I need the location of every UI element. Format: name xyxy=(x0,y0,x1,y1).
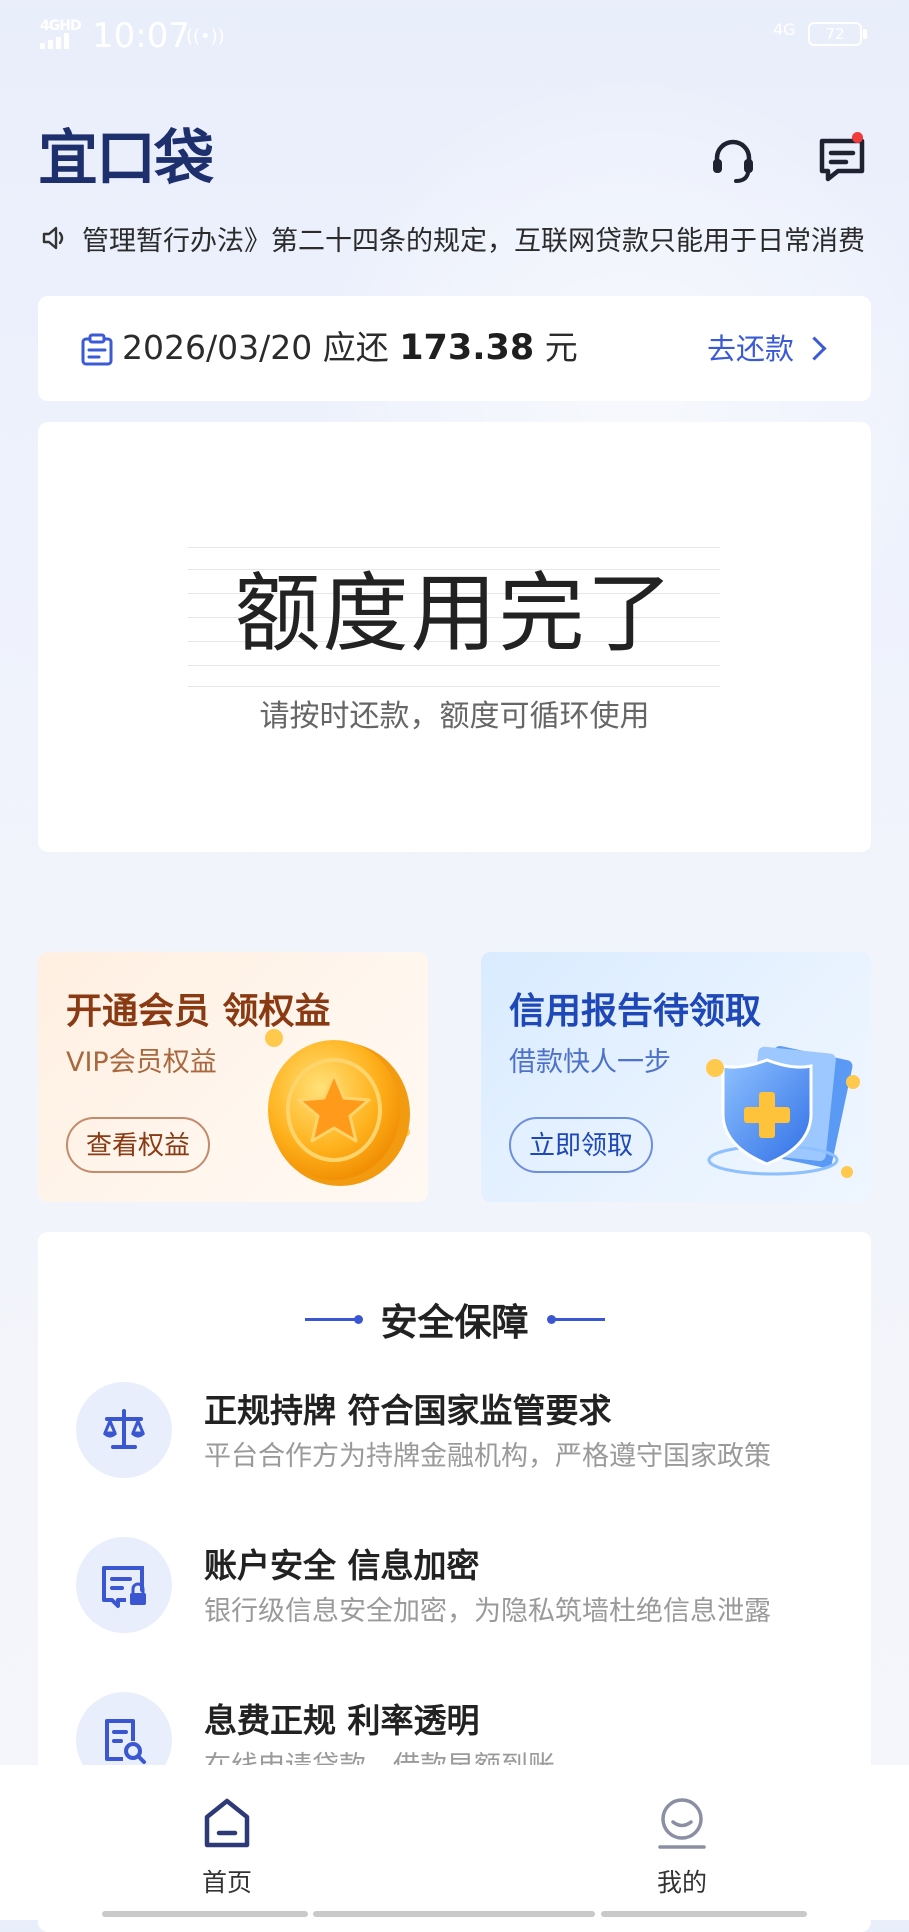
nav-tab-home[interactable]: 首页 xyxy=(157,1795,297,1899)
repayment-info: 2026/03/20 应还 173.38 元 xyxy=(122,322,578,374)
heading-decoration xyxy=(304,1314,363,1324)
scale-icon xyxy=(102,1409,146,1449)
notice-text: 管理暂行办法》第二十四条的规定，互联网贷款只能用于日常消费 xyxy=(82,225,865,257)
battery-icon: 72 xyxy=(808,22,862,46)
system-gesture-bar xyxy=(601,1911,807,1917)
credit-report-promo-card[interactable]: 信用报告待领取 借款快人一步 立即领取 xyxy=(481,952,871,1202)
card-lock-icon xyxy=(102,1566,146,1608)
vip-promo-card[interactable]: 开通会员 领权益 VIP会员权益 查看权益 xyxy=(38,952,428,1202)
security-item: 正规持牌 符合国家监管要求 平台合作方为持牌金融机构，严格遵守国家政策 xyxy=(76,1382,856,1502)
security-item-icon-bg xyxy=(76,1537,172,1633)
network-indicator-right: 4G xyxy=(773,20,796,39)
battery-tip xyxy=(863,29,867,39)
system-gesture-bar xyxy=(313,1911,595,1917)
repayment-due-label: 应还 xyxy=(322,328,389,367)
security-heading: 安全保障 xyxy=(38,1292,871,1346)
repay-button[interactable]: 去还款 xyxy=(706,324,827,374)
bottom-navigation: 首页 我的 xyxy=(0,1765,909,1920)
view-benefits-button[interactable]: 查看权益 xyxy=(66,1117,211,1173)
speaker-icon xyxy=(42,226,64,250)
security-item-title: 账户安全 信息加密 xyxy=(204,1546,480,1585)
notice-bar[interactable]: 管理暂行办法》第二十四条的规定，互联网贷款只能用于日常消费 xyxy=(40,218,870,258)
heading-decoration xyxy=(546,1314,605,1324)
repayment-card[interactable]: 2026/03/20 应还 173.38 元 去还款 xyxy=(38,296,871,401)
system-gesture-bar xyxy=(102,1911,308,1917)
repay-button-label: 去还款 xyxy=(706,332,794,366)
nav-label-mine: 我的 xyxy=(656,1868,707,1897)
customer-service-button[interactable] xyxy=(705,132,761,188)
headset-icon xyxy=(713,139,753,183)
message-button[interactable] xyxy=(814,132,870,188)
signal-icon xyxy=(40,33,69,49)
network-indicator: 4GHD xyxy=(40,18,82,34)
home-icon xyxy=(204,1798,250,1848)
vip-promo-subtitle: VIP会员权益 xyxy=(66,1047,217,1078)
quota-card: 额度用完了 请按时还款，额度可循环使用 xyxy=(38,422,871,852)
coin-star-icon xyxy=(265,1029,410,1186)
calendar-icon xyxy=(81,333,113,366)
quota-status-title: 额度用完了 xyxy=(234,564,675,664)
document-search-icon xyxy=(105,1719,146,1764)
chevron-right-icon xyxy=(802,336,827,361)
clock: 10:07 xyxy=(92,16,190,56)
repayment-date: 2026/03/20 xyxy=(122,328,313,367)
security-item: 账户安全 信息加密 银行级信息安全加密，为隐私筑墙杜绝信息泄露 xyxy=(76,1537,856,1657)
security-title: 安全保障 xyxy=(380,1301,529,1344)
security-item-desc: 银行级信息安全加密，为隐私筑墙杜绝信息泄露 xyxy=(204,1596,771,1627)
security-item-title: 正规持牌 符合国家监管要求 xyxy=(204,1391,612,1430)
security-item-desc: 平台合作方为持牌金融机构，严格遵守国家政策 xyxy=(204,1441,771,1472)
battery-level: 72 xyxy=(825,25,845,43)
nav-label-home: 首页 xyxy=(201,1868,252,1897)
status-bar: 4GHD 10:07 ((•)) 4G 72 xyxy=(0,0,909,70)
repayment-amount: 173.38 xyxy=(399,328,535,368)
message-icon xyxy=(819,138,865,182)
credit-promo-subtitle: 借款快人一步 xyxy=(509,1047,671,1078)
security-item-title: 息费正规 利率透明 xyxy=(204,1701,480,1740)
shield-plus-icon xyxy=(706,1046,860,1178)
app-logo: 宜口袋 xyxy=(38,124,214,194)
security-item-icon-bg xyxy=(76,1382,172,1478)
profile-icon xyxy=(658,1798,706,1849)
claim-report-button[interactable]: 立即领取 xyxy=(509,1117,654,1173)
nav-tab-mine[interactable]: 我的 xyxy=(612,1795,752,1899)
repayment-unit: 元 xyxy=(544,328,578,367)
quota-status-subtitle: 请按时还款，额度可循环使用 xyxy=(259,699,650,734)
unread-badge xyxy=(852,132,863,143)
hotspot-icon: ((•)) xyxy=(186,26,225,47)
